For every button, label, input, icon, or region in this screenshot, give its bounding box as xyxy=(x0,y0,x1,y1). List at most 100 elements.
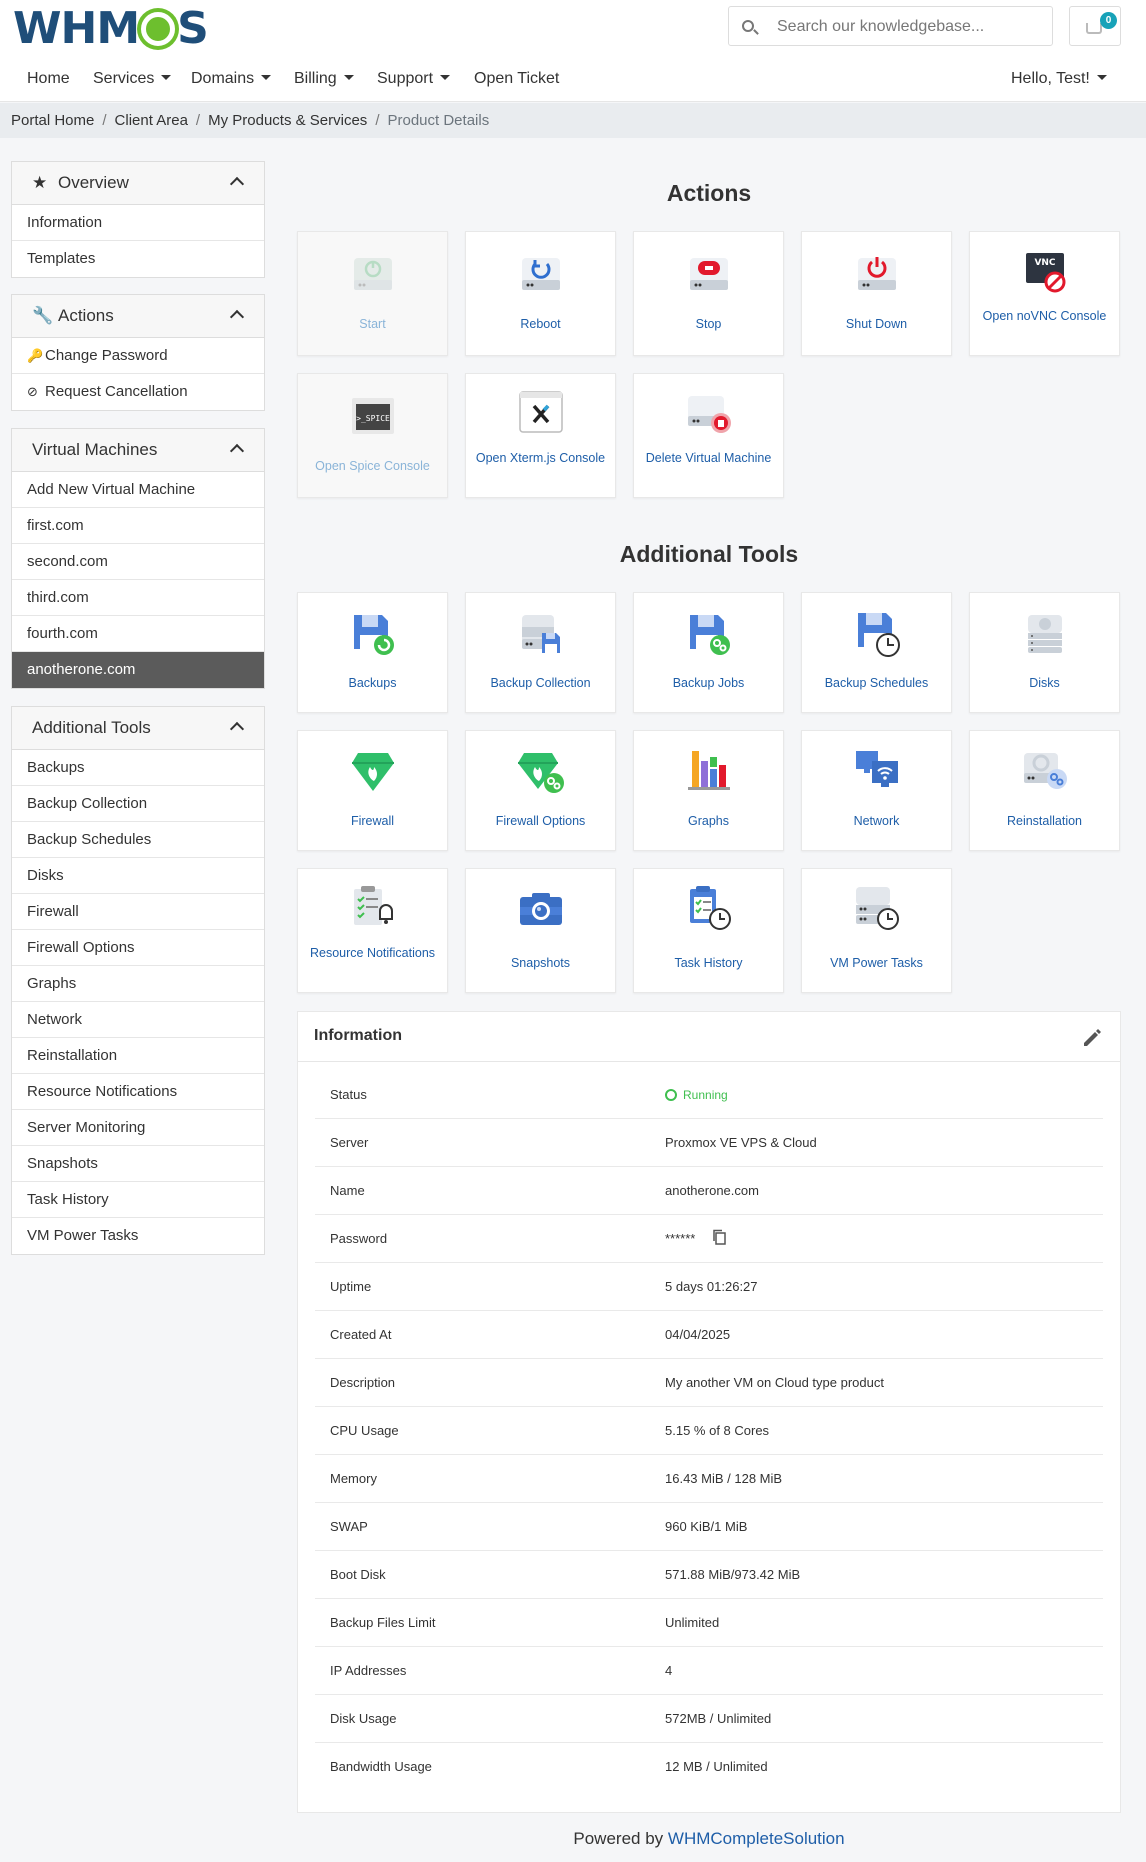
xterm-console-label: Open Xterm.js Console xyxy=(475,451,606,465)
sidebar-item-disks[interactable]: Disks xyxy=(12,858,264,894)
task-history-tile[interactable]: Task History xyxy=(633,868,784,993)
sidebar-item-vm-power-tasks[interactable]: VM Power Tasks xyxy=(12,1218,264,1254)
graphs-label: Graphs xyxy=(688,814,729,828)
sidebar-virtual-machines-header[interactable]: Virtual Machines xyxy=(12,429,264,472)
sidebar-item-resource-notifications[interactable]: Resource Notifications xyxy=(12,1074,264,1110)
pencil-icon[interactable] xyxy=(1081,1027,1103,1049)
resource-notifications-icon xyxy=(353,886,393,925)
spice-console-tile[interactable]: >_SPICE Open Spice Console xyxy=(297,373,448,498)
info-row-cpu-usage: CPU Usage 5.15 % of 8 Cores xyxy=(315,1407,1103,1455)
firewall-tile[interactable]: Firewall xyxy=(297,730,448,851)
breadcrumb-products-services[interactable]: My Products & Services xyxy=(208,112,367,129)
firewall-options-icon xyxy=(517,753,564,793)
backups-tile[interactable]: Backups xyxy=(297,592,448,713)
vnc-console-tile[interactable]: VNC Open noVNC Console xyxy=(969,231,1120,356)
snapshots-tile[interactable]: Snapshots xyxy=(465,868,616,993)
xterm-console-tile[interactable]: Open Xterm.js Console xyxy=(465,373,616,498)
search-input[interactable] xyxy=(777,15,1037,39)
nav-home[interactable]: Home xyxy=(27,70,70,88)
sidebar-item-templates[interactable]: Templates xyxy=(12,241,264,277)
backup-collection-tile[interactable]: Backup Collection xyxy=(465,592,616,713)
vm-power-tasks-tile[interactable]: VM Power Tasks xyxy=(801,868,952,993)
sidebar-overview-header[interactable]: ★ Overview xyxy=(12,162,264,205)
sidebar-additional-tools-header[interactable]: Additional Tools xyxy=(12,707,264,750)
breadcrumb-portal-home[interactable]: Portal Home xyxy=(11,112,94,129)
resource-notifications-label: Resource Notifications xyxy=(309,946,436,960)
info-value: 572MB / Unlimited xyxy=(665,1711,772,1726)
info-row-backup-files-limit: Backup Files Limit Unlimited xyxy=(315,1599,1103,1647)
graphs-tile[interactable]: Graphs xyxy=(633,730,784,851)
sidebar-item-graphs[interactable]: Graphs xyxy=(12,966,264,1002)
stop-tile[interactable]: Stop xyxy=(633,231,784,356)
info-value: 5.15 % of 8 Cores xyxy=(665,1423,770,1438)
stop-label: Stop xyxy=(695,317,722,331)
start-tile[interactable]: Start xyxy=(297,231,448,356)
delete-vm-tile[interactable]: Delete Virtual Machine xyxy=(633,373,784,498)
sidebar-item-vm[interactable]: fourth.com xyxy=(12,616,264,652)
footer-link[interactable]: WHMCompleteSolution xyxy=(668,1829,845,1848)
nav-open-ticket[interactable]: Open Ticket xyxy=(474,70,559,88)
sidebar-item-firewall-options[interactable]: Firewall Options xyxy=(12,930,264,966)
resource-notifications-tile[interactable]: Resource Notifications xyxy=(297,868,448,993)
info-row-status: Status Running xyxy=(315,1071,1103,1119)
sidebar-item-information[interactable]: Information xyxy=(12,205,264,241)
vm-power-tasks-label: VM Power Tasks xyxy=(830,956,923,970)
reinstallation-label: Reinstallation xyxy=(1006,814,1083,828)
info-row-password: Password ****** xyxy=(315,1215,1103,1263)
disks-label: Disks xyxy=(1029,676,1060,690)
sidebar-item-task-history[interactable]: Task History xyxy=(12,1182,264,1218)
backup-jobs-tile[interactable]: Backup Jobs xyxy=(633,592,784,713)
nav-services[interactable]: Services xyxy=(93,70,172,88)
sidebar-item-server-monitoring[interactable]: Server Monitoring xyxy=(12,1110,264,1146)
vnc-console-icon: VNC xyxy=(1025,253,1065,293)
sidebar-item-vm[interactable]: second.com xyxy=(12,544,264,580)
backup-schedules-tile[interactable]: Backup Schedules xyxy=(801,592,952,713)
sidebar-virtual-machines-panel: Virtual Machines Add New Virtual Machine… xyxy=(11,428,265,689)
info-key: Password xyxy=(330,1231,388,1246)
sidebar-item-reinstallation[interactable]: Reinstallation xyxy=(12,1038,264,1074)
info-key: Disk Usage xyxy=(330,1711,397,1726)
information-header: Information xyxy=(298,1012,1120,1062)
reboot-tile[interactable]: Reboot xyxy=(465,231,616,356)
info-row-created-at: Created At 04/04/2025 xyxy=(315,1311,1103,1359)
sidebar-item-snapshots[interactable]: Snapshots xyxy=(12,1146,264,1182)
nav-billing[interactable]: Billing xyxy=(294,70,354,88)
sidebar-item-request-cancellation[interactable]: ⊘ Request Cancellation xyxy=(12,374,264,410)
nav-domains[interactable]: Domains xyxy=(191,70,272,88)
firewall-options-tile[interactable]: Firewall Options xyxy=(465,730,616,851)
sidebar-item-change-password[interactable]: 🔑 Change Password xyxy=(12,338,264,374)
sidebar-item-firewall[interactable]: Firewall xyxy=(12,894,264,930)
reinstallation-tile[interactable]: Reinstallation xyxy=(969,730,1120,851)
info-value: 571.88 MiB/973.42 MiB xyxy=(665,1567,801,1582)
breadcrumb-client-area[interactable]: Client Area xyxy=(115,112,188,129)
sidebar-item-vm[interactable]: first.com xyxy=(12,508,264,544)
sidebar-item-network[interactable]: Network xyxy=(12,1002,264,1038)
user-menu[interactable]: Hello, Test! xyxy=(1011,70,1107,88)
reinstallation-icon xyxy=(1023,753,1067,789)
nav-support[interactable]: Support xyxy=(377,70,451,88)
sidebar-actions-header[interactable]: 🔧 Actions xyxy=(12,295,264,338)
whmcs-logo[interactable]: WHM S xyxy=(13,4,209,54)
sidebar-item-vm[interactable]: third.com xyxy=(12,580,264,616)
gear-icon xyxy=(141,12,176,46)
breadcrumb: Portal Home / Client Area / My Products & Se… xyxy=(0,103,1146,138)
network-tile[interactable]: Network xyxy=(801,730,952,851)
sidebar-item-backups[interactable]: Backups xyxy=(12,750,264,786)
disks-tile[interactable]: Disks xyxy=(969,592,1120,713)
disks-icon xyxy=(1027,615,1062,653)
info-value: 12 MB / Unlimited xyxy=(665,1759,768,1774)
sidebar-item-backup-schedules[interactable]: Backup Schedules xyxy=(12,822,264,858)
info-row-disk-usage: Disk Usage 572MB / Unlimited xyxy=(315,1695,1103,1743)
caret-down-icon xyxy=(1096,75,1107,80)
info-key: Memory xyxy=(330,1471,377,1486)
knowledgebase-search[interactable] xyxy=(728,6,1053,46)
sidebar-item-vm-active[interactable]: anotherone.com xyxy=(12,652,264,688)
firewall-icon xyxy=(351,753,394,791)
shutdown-tile[interactable]: Shut Down xyxy=(801,231,952,356)
sidebar-item-add-vm[interactable]: Add New Virtual Machine xyxy=(12,472,264,508)
network-icon xyxy=(855,751,898,787)
cart-button[interactable]: 0 xyxy=(1069,6,1121,46)
copy-icon[interactable] xyxy=(712,1229,726,1245)
sidebar-item-backup-collection[interactable]: Backup Collection xyxy=(12,786,264,822)
info-value-status: Running xyxy=(665,1087,728,1102)
